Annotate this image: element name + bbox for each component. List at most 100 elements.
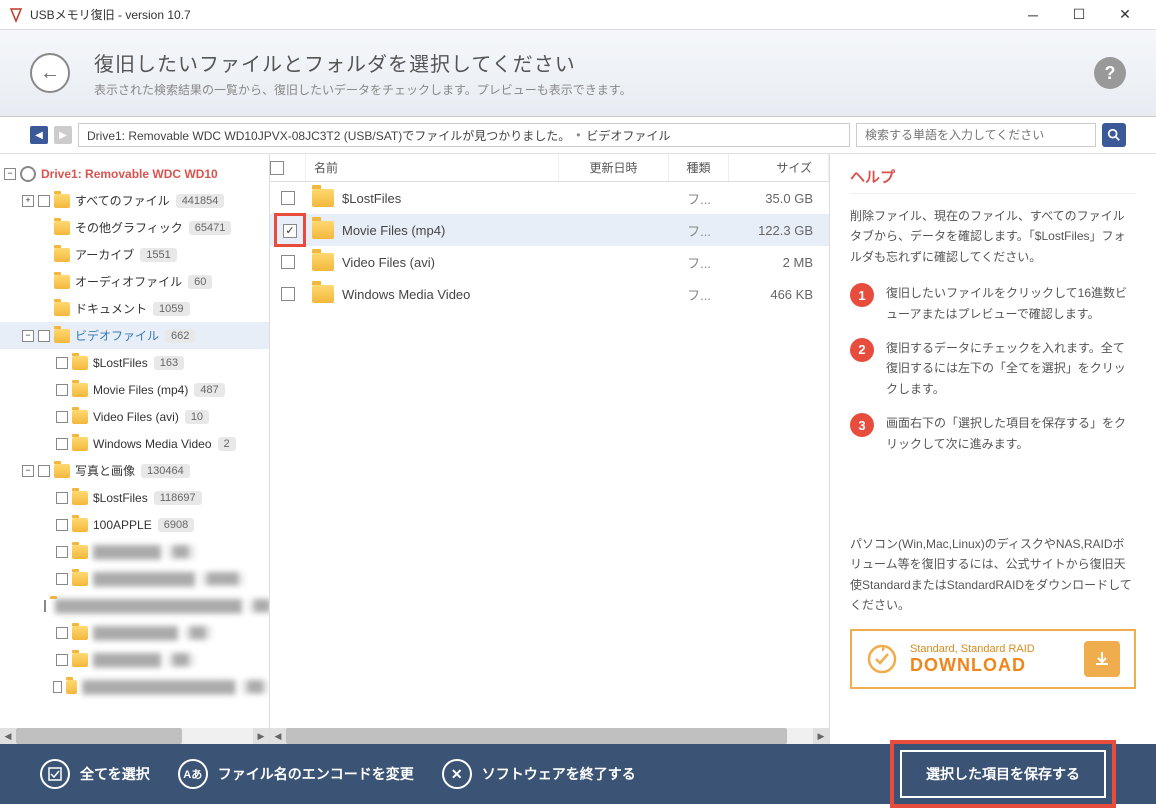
help-step: 2 復旧するデータにチェックを入れます。全て復旧するには左下の「全てを選択」をクリ… <box>850 338 1136 399</box>
file-size: 2 MB <box>729 255 829 270</box>
tree-item[interactable]: Movie Files (mp4)487 <box>0 376 269 403</box>
file-name: $LostFiles <box>342 191 401 206</box>
breadcrumb-row: ◀ ▶ Drive1: Removable WDC WD10JPVX-08JC3… <box>0 117 1156 154</box>
promo-text: パソコン(Win,Mac,Linux)のディスクやNAS,RAIDボリューム等を… <box>850 534 1136 616</box>
search-input[interactable] <box>856 123 1096 147</box>
scroll-left-icon[interactable]: ◀ <box>0 728 16 744</box>
breadcrumb[interactable]: Drive1: Removable WDC WD10JPVX-08JC3T2 (… <box>78 123 850 147</box>
encoding-button[interactable]: Aあ ファイル名のエンコードを変更 <box>178 759 414 789</box>
select-all-checkbox[interactable] <box>270 161 284 175</box>
scroll-left-icon[interactable]: ◀ <box>270 728 286 744</box>
tree-item[interactable]: +すべてのファイル441854 <box>0 187 269 214</box>
tree-item[interactable]: ████████████████ <box>0 565 269 592</box>
checkbox-highlight <box>274 213 306 247</box>
column-date[interactable]: 更新日時 <box>559 154 669 181</box>
select-all-icon <box>40 759 70 789</box>
select-all-label: 全てを選択 <box>80 764 150 784</box>
file-row[interactable]: Video Files (avi) フ... 2 MB <box>270 246 829 278</box>
breadcrumb-separator: • <box>576 128 580 142</box>
file-type: フ... <box>669 285 729 304</box>
step-number-icon: 2 <box>850 338 874 362</box>
file-size: 122.3 GB <box>729 223 829 238</box>
tree-item[interactable]: ドキュメント1059 <box>0 295 269 322</box>
save-button[interactable]: 選択した項目を保存する <box>900 750 1106 798</box>
maximize-button[interactable]: ☐ <box>1056 0 1102 30</box>
tree-item[interactable]: ████████████████████ <box>0 673 269 700</box>
file-name: Movie Files (mp4) <box>342 223 445 238</box>
header: ← 復旧したいファイルとフォルダを選択してください 表示された検索結果の一覧から… <box>0 30 1156 117</box>
tree-item[interactable]: 100APPLE6908 <box>0 511 269 538</box>
breadcrumb-path: Drive1: Removable WDC WD10JPVX-08JC3T2 (… <box>87 127 570 144</box>
breadcrumb-current: ビデオファイル <box>586 127 670 144</box>
nav-back-icon[interactable]: ◀ <box>30 126 48 144</box>
page-subtitle: 表示された検索結果の一覧から、復旧したいデータをチェックします。プレビューも表示… <box>94 81 632 98</box>
tree-root[interactable]: −Drive1: Removable WDC WD10 <box>0 160 269 187</box>
tree-item[interactable]: −ビデオファイル662 <box>0 322 269 349</box>
tree-item[interactable]: Windows Media Video2 <box>0 430 269 457</box>
exit-label: ソフトウェアを終了する <box>482 764 636 784</box>
step-number-icon: 1 <box>850 283 874 307</box>
column-size[interactable]: サイズ <box>729 154 829 181</box>
close-button[interactable]: ✕ <box>1102 0 1148 30</box>
tree-item[interactable]: その他グラフィック65471 <box>0 214 269 241</box>
tree-item[interactable]: ████████████ <box>0 619 269 646</box>
step-number-icon: 3 <box>850 413 874 437</box>
titlebar: USBメモリ復旧 - version 10.7 ─ ☐ ✕ <box>0 0 1156 30</box>
step-text: 復旧するデータにチェックを入れます。全て復旧するには左下の「全てを選択」をクリッ… <box>886 338 1136 399</box>
minimize-button[interactable]: ─ <box>1010 0 1056 30</box>
tree-item[interactable]: $LostFiles118697 <box>0 484 269 511</box>
tree-item[interactable]: アーカイブ1551 <box>0 241 269 268</box>
exit-button[interactable]: ✕ ソフトウェアを終了する <box>442 759 636 789</box>
help-panel: ヘルプ 削除ファイル、現在のファイル、すべてのファイルタブから、データを確認しま… <box>830 154 1156 744</box>
tree-scrollbar[interactable]: ◀ ▶ <box>0 728 269 744</box>
help-intro: 削除ファイル、現在のファイル、すべてのファイルタブから、データを確認します。「$… <box>850 206 1136 267</box>
tree-item[interactable]: −写真と画像130464 <box>0 457 269 484</box>
folder-icon <box>312 253 334 271</box>
tree-item[interactable]: $LostFiles163 <box>0 349 269 376</box>
file-name: Video Files (avi) <box>342 255 435 270</box>
step-text: 復旧したいファイルをクリックして16進数ビューアまたはプレビューで確認します。 <box>886 283 1136 324</box>
download-button[interactable] <box>1084 641 1120 677</box>
file-row[interactable]: $LostFiles フ... 35.0 GB <box>270 182 829 214</box>
file-header: 名前 更新日時 種類 サイズ <box>270 154 829 182</box>
tree-item[interactable]: ██████████ <box>0 538 269 565</box>
save-label: 選択した項目を保存する <box>926 766 1080 782</box>
file-size: 466 KB <box>729 287 829 302</box>
file-row[interactable]: Movie Files (mp4) フ... 122.3 GB <box>270 214 829 246</box>
file-checkbox[interactable] <box>281 287 295 301</box>
file-size: 35.0 GB <box>729 191 829 206</box>
file-checkbox[interactable] <box>283 224 297 238</box>
help-icon[interactable]: ? <box>1094 57 1126 89</box>
scroll-right-icon[interactable]: ▶ <box>813 728 829 744</box>
download-line2: DOWNLOAD <box>910 655 1072 676</box>
nav-forward-icon: ▶ <box>54 126 72 144</box>
help-step: 1 復旧したいファイルをクリックして16進数ビューアまたはプレビューで確認します。 <box>850 283 1136 324</box>
scroll-right-icon[interactable]: ▶ <box>253 728 269 744</box>
tree-item[interactable]: Video Files (avi)10 <box>0 403 269 430</box>
tree-item[interactable]: ████████████████████████ <box>0 592 269 619</box>
window-title: USBメモリ復旧 - version 10.7 <box>30 6 1010 23</box>
help-title: ヘルプ <box>850 166 1136 194</box>
main-content: −Drive1: Removable WDC WD10+すべてのファイル4418… <box>0 154 1156 744</box>
save-highlight: 選択した項目を保存する <box>890 740 1116 808</box>
download-box[interactable]: Standard, Standard RAID DOWNLOAD <box>850 629 1136 689</box>
tree-item[interactable]: オーディオファイル60 <box>0 268 269 295</box>
file-name: Windows Media Video <box>342 287 470 302</box>
file-panel: 名前 更新日時 種類 サイズ $LostFiles フ... 35.0 GB M… <box>270 154 830 744</box>
file-row[interactable]: Windows Media Video フ... 466 KB <box>270 278 829 310</box>
back-button[interactable]: ← <box>30 53 70 93</box>
file-checkbox[interactable] <box>281 255 295 269</box>
file-scrollbar[interactable]: ◀ ▶ <box>270 728 829 744</box>
help-step: 3画面右下の「選択した項目を保存する」をクリックして次に進みます。 <box>850 413 1136 454</box>
search-button[interactable] <box>1102 123 1126 147</box>
download-icon <box>866 643 898 675</box>
tree-item[interactable]: ██████████ <box>0 646 269 673</box>
select-all-button[interactable]: 全てを選択 <box>40 759 150 789</box>
footer: 全てを選択 Aあ ファイル名のエンコードを変更 ✕ ソフトウェアを終了する 選択… <box>0 744 1156 804</box>
exit-icon: ✕ <box>442 759 472 789</box>
column-type[interactable]: 種類 <box>669 154 729 181</box>
file-checkbox[interactable] <box>281 191 295 205</box>
folder-icon <box>312 221 334 239</box>
download-line1: Standard, Standard RAID <box>910 643 1072 655</box>
column-name[interactable]: 名前 <box>306 154 559 181</box>
